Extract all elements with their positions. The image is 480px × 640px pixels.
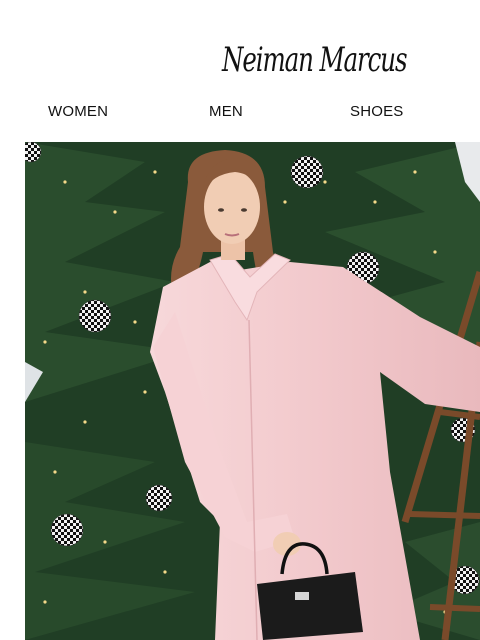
nav-item-shoes[interactable]: SHOES [350, 103, 404, 120]
brand-logo[interactable]: Neiman Marcus [0, 18, 480, 88]
nav-item-men[interactable]: MEN [209, 103, 243, 120]
hero-illustration [25, 142, 480, 640]
face [204, 170, 260, 244]
main-nav: WOMEN MEN SHOES [0, 100, 480, 124]
hero-image[interactable] [25, 142, 480, 640]
nav-item-women[interactable]: WOMEN [48, 103, 108, 120]
logo-wordmark: Neiman Marcus [222, 40, 408, 80]
